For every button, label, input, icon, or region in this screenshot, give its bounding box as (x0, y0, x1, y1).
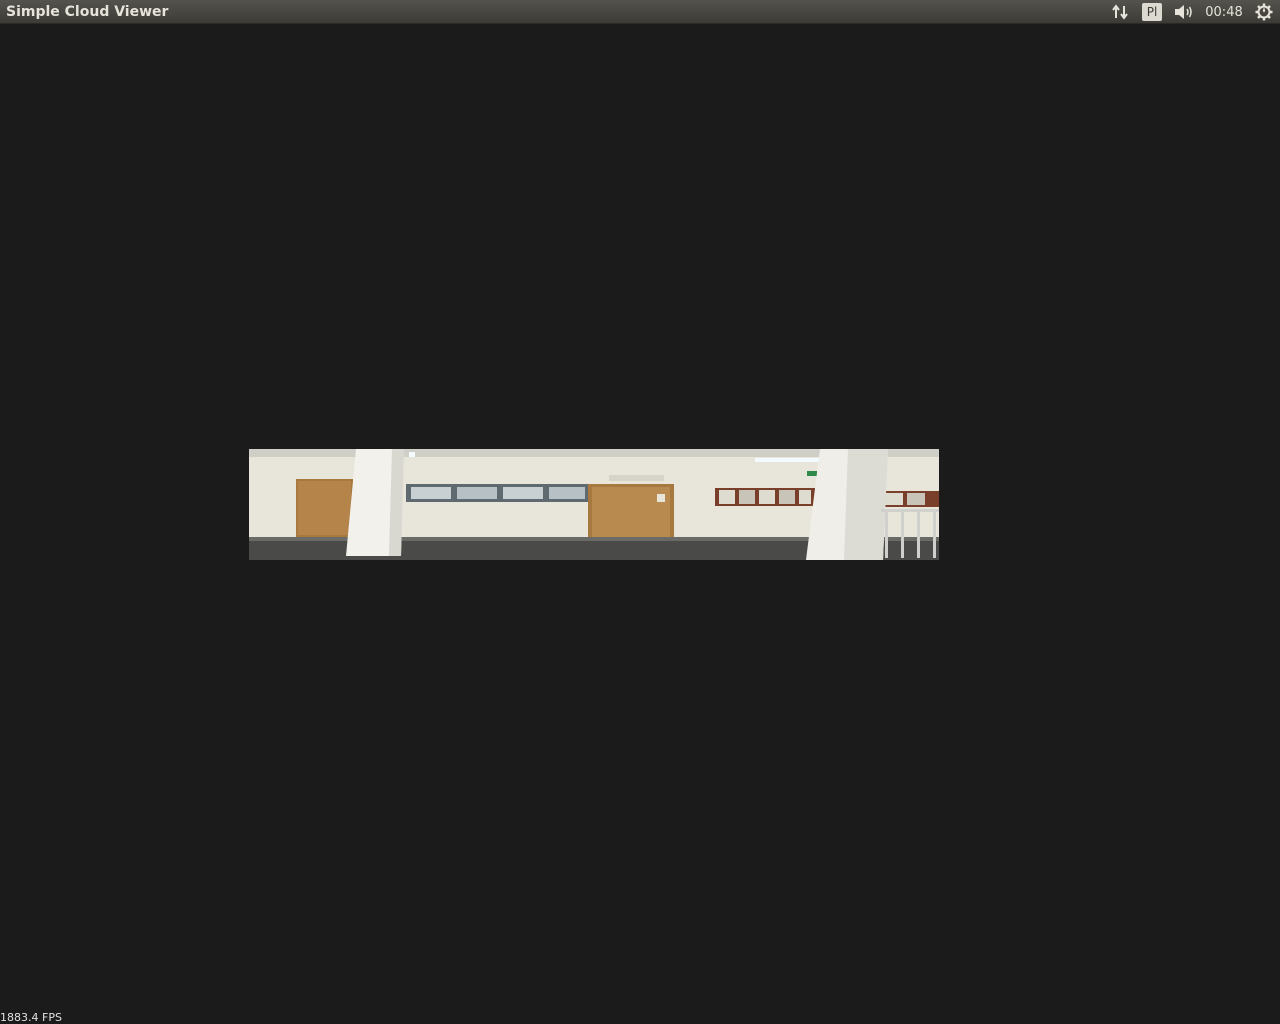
fps-counter: 1883.4 FPS (0, 1011, 62, 1024)
top-panel: Simple Cloud Viewer Pl 00:48 (0, 0, 1280, 24)
point-cloud-render (249, 449, 939, 560)
sound-indicator[interactable] (1172, 0, 1196, 24)
app-title: Simple Cloud Viewer (6, 4, 169, 20)
keyboard-layout-label: Pl (1142, 3, 1162, 21)
session-indicator[interactable] (1253, 0, 1275, 24)
clock-indicator[interactable]: 00:48 (1200, 0, 1248, 24)
clock-time: 00:48 (1205, 4, 1243, 20)
network-indicator[interactable] (1108, 0, 1132, 24)
network-updown-icon (1112, 4, 1128, 20)
keyboard-layout-indicator[interactable]: Pl (1141, 0, 1163, 24)
speaker-volume-icon (1175, 5, 1192, 19)
gear-power-icon (1255, 3, 1273, 21)
